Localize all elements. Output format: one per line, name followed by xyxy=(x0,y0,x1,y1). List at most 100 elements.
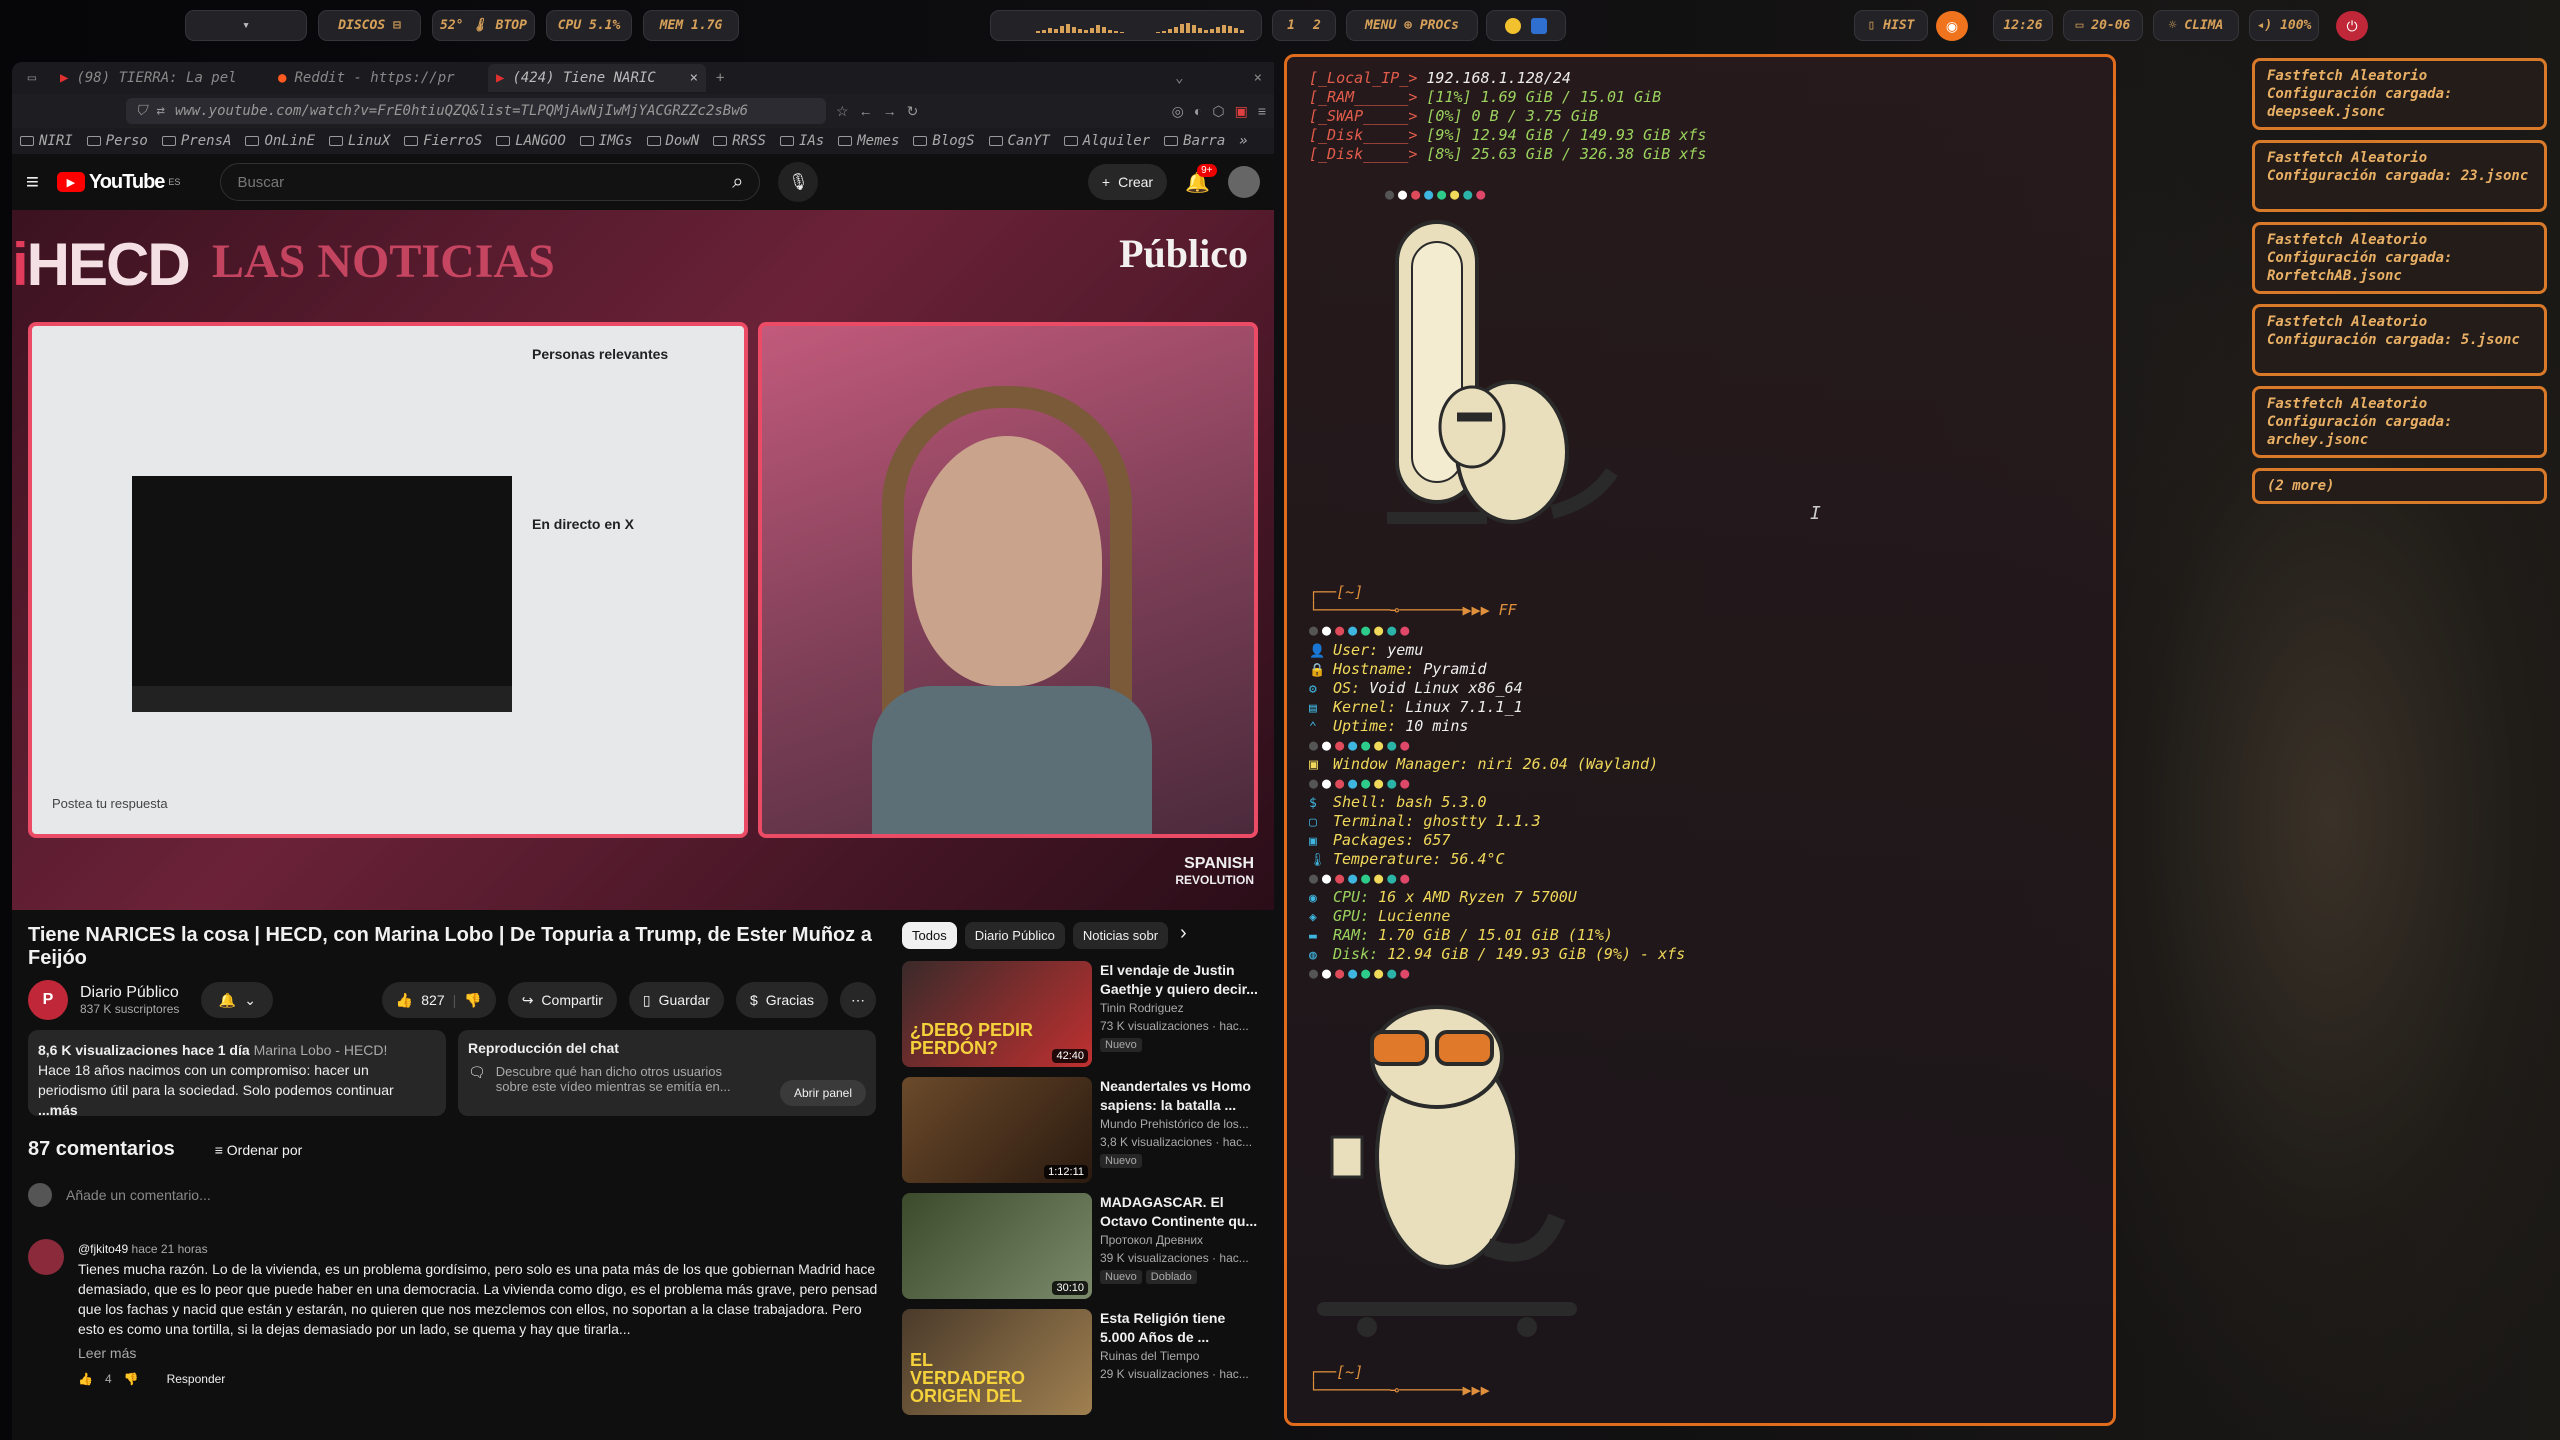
more-actions-icon[interactable]: ⋯ xyxy=(840,982,876,1018)
save-button[interactable]: ▯ Guardar xyxy=(628,982,724,1018)
create-button[interactable]: + Crear xyxy=(1087,164,1168,200)
related-channel[interactable]: Протокол Древних xyxy=(1100,1231,1264,1249)
video-thumbnail[interactable]: EL VERDADERO ORIGEN DEL xyxy=(902,1309,1092,1415)
chevron-right-icon[interactable]: › xyxy=(1180,922,1187,949)
mem-indicator[interactable]: MEM 1.7G xyxy=(643,10,739,41)
clock[interactable]: 12:26 xyxy=(1993,10,2053,41)
bookmark-item[interactable]: IAs xyxy=(779,133,824,149)
bookmark-item[interactable]: Memes xyxy=(838,133,899,149)
add-comment-input[interactable]: Añade un comentario... xyxy=(66,1187,211,1203)
weather-button[interactable]: ☼ CLIMA xyxy=(2153,10,2239,41)
more-notifications[interactable]: (2 more) xyxy=(2252,468,2547,504)
bookmark-item[interactable]: BlogS xyxy=(913,133,975,149)
comment-avatar[interactable] xyxy=(28,1239,64,1275)
menu-icon[interactable]: ≡ xyxy=(1258,103,1266,119)
search-icon[interactable]: ⌕ xyxy=(732,171,743,194)
thanks-button[interactable]: $ Gracias xyxy=(735,982,828,1018)
account-icon[interactable]: ◎ xyxy=(1172,103,1184,120)
forward-icon[interactable]: → xyxy=(883,103,897,119)
permissions-icon[interactable]: ⇄ xyxy=(157,103,165,119)
date[interactable]: ▭ 20-06 xyxy=(2063,10,2143,41)
tray-app-icon[interactable] xyxy=(1505,17,1521,34)
btop-button[interactable]: 52° 🌡 BTOP xyxy=(432,10,535,41)
menu-procs-button[interactable]: MENU ⊕ PROCs xyxy=(1346,10,1478,41)
bookmark-item[interactable]: FierroS xyxy=(404,133,482,149)
video-thumbnail[interactable]: ¿DEBO PEDIR PERDÓN? 42:40 xyxy=(902,961,1092,1067)
notification-card[interactable]: Fastfetch Aleatorio Configuración cargada… xyxy=(2252,304,2547,376)
bookmark-item[interactable]: CanYT xyxy=(988,133,1050,149)
video-thumbnail[interactable]: 1:12:11 xyxy=(902,1077,1092,1183)
open-chat-button[interactable]: Abrir panel xyxy=(779,1080,866,1106)
tab-youtube-active[interactable]: ▶ (424) Tiene NARIC × xyxy=(488,64,706,92)
comment-like-icon[interactable]: 👍 xyxy=(78,1369,93,1389)
related-video[interactable]: ¿DEBO PEDIR PERDÓN? 42:40 El vendaje de Ju… xyxy=(902,961,1264,1069)
recording-icon[interactable]: ◉ xyxy=(1936,11,1968,41)
related-video[interactable]: 30:10 MADAGASCAR. El Octavo Continente qu… xyxy=(902,1193,1264,1301)
microphone-icon[interactable]: 🎙 xyxy=(778,162,819,202)
workspace-1[interactable]: 1 xyxy=(1287,18,1295,33)
notification-card[interactable]: Fastfetch Aleatorio Configuración cargada… xyxy=(2252,140,2547,212)
related-channel[interactable]: Ruinas del Tiempo xyxy=(1100,1347,1264,1365)
read-more-link[interactable]: Leer más xyxy=(78,1343,888,1363)
sort-comments-button[interactable]: ≡ Ordenar por xyxy=(215,1142,303,1158)
new-tab-icon[interactable]: + xyxy=(716,70,724,86)
cpu-indicator[interactable]: CPU 5.1% xyxy=(546,10,632,41)
bookmark-item[interactable]: LANGOO xyxy=(496,133,566,149)
related-channel[interactable]: Mundo Prehistórico de los... xyxy=(1100,1115,1264,1133)
bookmark-item[interactable]: IMGs xyxy=(579,133,633,149)
close-tab-icon[interactable]: × xyxy=(690,70,698,86)
thumbs-down-icon[interactable]: 👎 xyxy=(464,992,481,1009)
tab-list-icon[interactable]: ⌄ xyxy=(1175,70,1183,86)
hamburger-icon[interactable]: ≡ xyxy=(26,169,39,195)
terminal-window[interactable]: [_Local_IP_> 192.168.1.128/24 [_RAM______… xyxy=(1284,54,2116,1426)
bookmark-star-icon[interactable]: ☆ xyxy=(836,103,849,120)
reload-icon[interactable]: ↻ xyxy=(907,103,919,120)
bookmark-item[interactable]: LinuX xyxy=(329,133,390,149)
related-video[interactable]: EL VERDADERO ORIGEN DEL Esta Religión tie… xyxy=(902,1309,1264,1417)
history-button[interactable]: ▯ HIST xyxy=(1854,10,1928,41)
related-title[interactable]: El vendaje de Justin Gaethje y quiero de… xyxy=(1100,961,1264,999)
comment-author[interactable]: @fjkito49 xyxy=(78,1242,128,1256)
description-box[interactable]: 8,6 K visualizaciones hace 1 día Marina … xyxy=(28,1030,446,1118)
bookmark-item[interactable]: NIRI xyxy=(20,133,73,149)
notification-card[interactable]: Fastfetch Aleatorio Configuración cargada… xyxy=(2252,386,2547,458)
chip[interactable]: Todos xyxy=(902,922,957,949)
tab-tierra[interactable]: ▶ (98) TIERRA: La pel xyxy=(52,64,270,92)
reply-button[interactable]: Responder xyxy=(167,1369,226,1389)
related-channel[interactable]: Tinin Rodriguez xyxy=(1100,999,1264,1017)
share-button[interactable]: ↪ Compartir xyxy=(507,982,617,1018)
related-title[interactable]: Neandertales vs Homo sapiens: la batalla… xyxy=(1100,1077,1264,1115)
tray-flag-icon[interactable] xyxy=(1531,17,1547,34)
launcher-button[interactable]: ▾ xyxy=(185,10,307,41)
notification-card[interactable]: Fastfetch Aleatorio Configuración cargada… xyxy=(2252,58,2547,130)
adblock-icon[interactable]: ▣ xyxy=(1235,103,1248,120)
video-thumbnail[interactable]: 30:10 xyxy=(902,1193,1092,1299)
bookmark-item[interactable]: Barra xyxy=(1164,133,1225,149)
subscribe-bell-button[interactable]: 🔔 ⌄ xyxy=(201,982,274,1018)
volume-indicator[interactable]: ◂) 100% xyxy=(2249,10,2319,41)
bookmark-item[interactable]: OnLinE xyxy=(245,133,315,149)
comment-dislike-icon[interactable]: 👎 xyxy=(124,1369,139,1389)
related-video[interactable]: 1:12:11 Neandertales vs Homo sapiens: la … xyxy=(902,1077,1264,1185)
bookmark-item[interactable]: RRSS xyxy=(713,133,766,149)
related-title[interactable]: Esta Religión tiene 5.000 Años de ... xyxy=(1100,1309,1264,1347)
bookmark-item[interactable]: Alquiler xyxy=(1063,133,1150,149)
back-icon[interactable]: ← xyxy=(859,103,873,119)
url-field[interactable]: ⛉ ⇄ www.youtube.com/watch?v=FrE0htiuQZQ&l… xyxy=(126,98,826,124)
extension-icon[interactable]: ◐ xyxy=(1194,103,1202,119)
bookmark-item[interactable]: Perso xyxy=(86,133,148,149)
discos-button[interactable]: DISCOS ⊟ xyxy=(318,10,421,41)
notification-card[interactable]: Fastfetch Aleatorio Configuración cargada… xyxy=(2252,222,2547,294)
close-window-icon[interactable]: × xyxy=(1254,70,1262,86)
sidebar-toggle-icon[interactable]: ▭ xyxy=(12,70,52,86)
youtube-search[interactable]: Buscar ⌕ xyxy=(220,163,761,201)
chip[interactable]: Noticias sobr xyxy=(1072,922,1169,949)
youtube-logo[interactable]: ▶ YouTube ES xyxy=(56,171,180,194)
like-button[interactable]: 👍 827 | 👎 xyxy=(381,982,496,1018)
related-title[interactable]: MADAGASCAR. El Octavo Continente qu... xyxy=(1100,1193,1264,1231)
bookmark-item[interactable]: PrensA xyxy=(161,133,231,149)
notifications-bell-icon[interactable]: 🔔 9+ xyxy=(1185,163,1217,195)
avatar[interactable] xyxy=(1228,166,1260,198)
video-player[interactable]: iHECD LAS NOTICIAS Público Personas rele… xyxy=(12,210,1274,910)
tab-reddit[interactable]: ● Reddit - https://pr xyxy=(270,64,488,92)
